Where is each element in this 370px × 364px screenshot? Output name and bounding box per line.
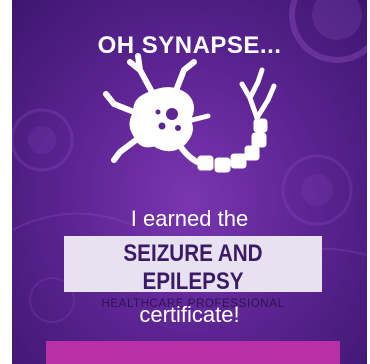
badge-title: SEIZURE AND EPILEPSY <box>123 240 263 295</box>
certificate-badge: SEIZURE AND EPILEPSY HEALTHCARE PROFESSI… <box>64 236 322 310</box>
certificate-text: certificate! <box>139 302 240 327</box>
earned-text: I earned the <box>130 206 249 231</box>
certificate-card: OH SYNAPSE... I earned the SEIZURE AND E… <box>12 0 367 364</box>
accent-bar <box>46 341 340 364</box>
